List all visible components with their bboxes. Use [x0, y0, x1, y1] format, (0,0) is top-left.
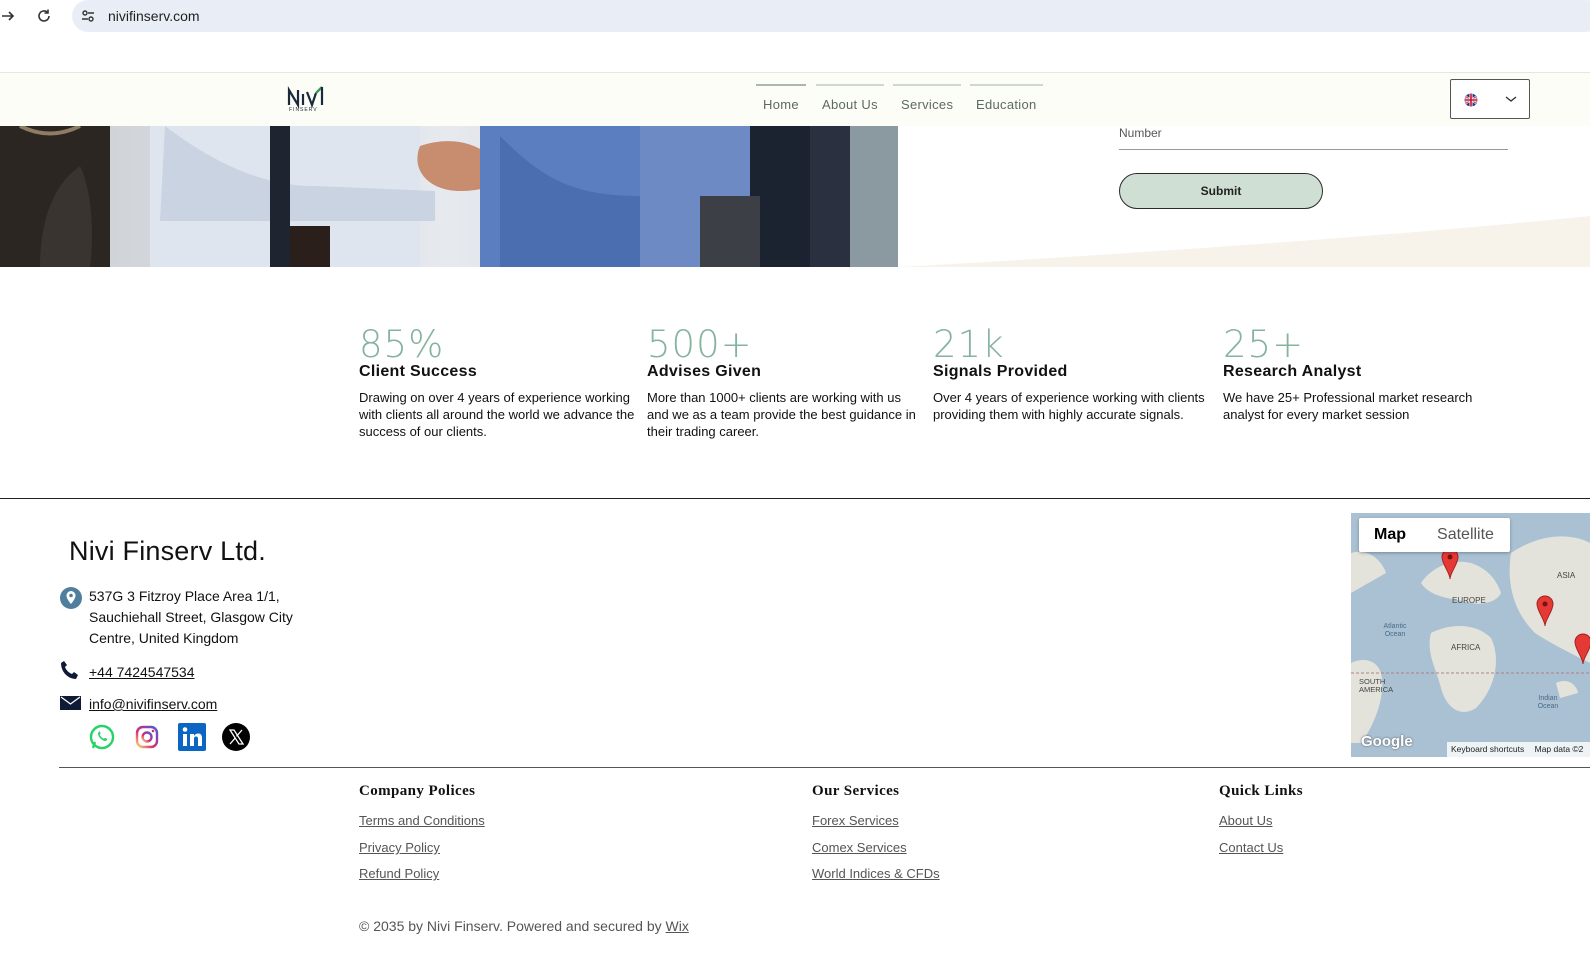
uk-flag-icon — [1464, 93, 1478, 107]
google-logo: Google — [1361, 733, 1413, 750]
nav-home[interactable]: Home — [763, 97, 799, 112]
stat-value: 85% — [359, 323, 445, 366]
chevron-down-icon — [1505, 96, 1517, 102]
stat-description: More than 1000+ clients are working with… — [647, 390, 916, 439]
nav-indicator-about — [816, 84, 884, 86]
map-label-south-america: SOUTH AMERICA — [1359, 677, 1394, 694]
nav-education[interactable]: Education — [976, 97, 1037, 112]
site-header: FINSERV Home About Us Services Education — [0, 72, 1590, 126]
instagram-icon[interactable] — [133, 723, 161, 751]
stat-research-analyst: 25+ Research Analyst We have 25+ Profess… — [1223, 325, 1513, 423]
nav-indicator-education — [970, 84, 1043, 86]
phone-link[interactable]: +44 7424547534 — [89, 662, 195, 683]
reload-icon[interactable] — [36, 8, 52, 24]
footer-link-contact-us[interactable]: Contact Us — [1219, 840, 1283, 855]
stat-description: We have 25+ Professional market research… — [1223, 390, 1473, 422]
forward-icon[interactable] — [0, 8, 16, 24]
x-icon[interactable] — [222, 723, 250, 751]
footer-link-comex[interactable]: Comex Services — [812, 840, 907, 855]
stat-value: 21k — [933, 323, 1005, 366]
location-pin-icon — [60, 587, 82, 609]
stat-title: Client Success — [359, 363, 478, 380]
map-type-control: Map Satellite — [1359, 518, 1510, 552]
email-link[interactable]: info@nivifinserv.com — [89, 694, 217, 715]
whatsapp-icon[interactable] — [88, 723, 116, 751]
site-logo[interactable]: FINSERV — [287, 85, 327, 115]
map-attribution: Keyboard shortcuts Map data ©2 — [1447, 742, 1590, 757]
map-label-indian-ocean: Indian Ocean — [1537, 695, 1559, 710]
keyboard-shortcuts-link[interactable]: Keyboard shortcuts — [1447, 744, 1524, 754]
footer-heading-our-services: Our Services — [812, 783, 900, 799]
stat-description: Drawing on over 4 years of experience wo… — [359, 390, 635, 439]
map-label-atlantic: Atlantic Ocean — [1383, 623, 1407, 638]
copyright-text: © 2035 by Nivi Finserv. Powered and secu… — [359, 918, 689, 934]
language-selector[interactable] — [1450, 79, 1530, 119]
footer-link-refund[interactable]: Refund Policy — [359, 866, 439, 881]
stat-value: 25+ — [1223, 323, 1305, 366]
nav-services[interactable]: Services — [901, 97, 953, 112]
stat-title: Research Analyst — [1223, 363, 1362, 380]
footer-link-forex[interactable]: Forex Services — [812, 813, 899, 828]
footer-link-about-us[interactable]: About Us — [1219, 813, 1272, 828]
map-tab-satellite[interactable]: Satellite — [1421, 518, 1510, 552]
nav-about-us[interactable]: About Us — [822, 97, 878, 112]
map-data-text: Map data ©2 — [1534, 744, 1584, 754]
stat-advises-given: 500+ Advises Given More than 1000+ clien… — [647, 325, 925, 440]
company-name: Nivi Finserv Ltd. — [69, 536, 266, 566]
address-line-1: 537G 3 Fitzroy Place Area 1/1, — [89, 588, 280, 604]
address-bar[interactable] — [72, 0, 1590, 32]
map-label-europe: EUROPE — [1452, 596, 1486, 605]
site-settings-icon[interactable] — [80, 8, 96, 24]
stat-signals-provided: 21k Signals Provided Over 4 years of exp… — [933, 325, 1209, 423]
decorative-wave — [898, 216, 1590, 267]
phone-icon — [61, 661, 78, 679]
footer-heading-company-polices: Company Polices — [359, 783, 476, 799]
footer-divider — [59, 767, 1590, 768]
map-tab-map[interactable]: Map — [1359, 518, 1421, 552]
nav-indicator-home — [756, 84, 806, 86]
number-field[interactable]: Number — [1119, 126, 1508, 150]
copyright-prefix: © 2035 by Nivi Finserv. Powered and secu… — [359, 918, 666, 934]
stat-value: 500+ — [647, 323, 753, 366]
url-text[interactable]: nivifinserv.com — [108, 8, 200, 24]
footer-link-privacy[interactable]: Privacy Policy — [359, 840, 440, 855]
footer-link-terms[interactable]: Terms and Conditions — [359, 813, 485, 828]
map-label-asia: ASIA — [1557, 571, 1576, 580]
hero-image-handshake — [0, 126, 898, 267]
nav-indicator-services — [893, 84, 961, 86]
handshake-photo — [0, 126, 898, 267]
linkedin-icon[interactable] — [178, 723, 206, 751]
submit-button[interactable]: Submit — [1119, 173, 1323, 209]
footer-link-world-indices[interactable]: World Indices & CFDs — [812, 866, 940, 881]
footer-heading-quick-links: Quick Links — [1219, 783, 1304, 799]
section-divider — [0, 498, 1590, 499]
stat-title: Signals Provided — [933, 363, 1068, 380]
stat-description: Over 4 years of experience working with … — [933, 390, 1205, 422]
number-field-placeholder: Number — [1119, 126, 1162, 140]
address-line-3: Centre, United Kingdom — [89, 630, 239, 646]
address-line-2: Sauchiehall Street, Glasgow City — [89, 609, 293, 625]
email-icon — [60, 696, 81, 710]
google-map[interactable]: Map Satellite ASIA EUROPE Atlantic Ocean… — [1351, 513, 1590, 757]
contact-form: Number Submit — [898, 126, 1590, 267]
stat-client-success: 85% Client Success Drawing on over 4 yea… — [359, 325, 637, 440]
browser-toolbar: nivifinserv.com — [0, 0, 1590, 32]
stat-title: Advises Given — [647, 363, 762, 380]
logo-subtext: FINSERV — [289, 107, 318, 113]
map-label-africa: AFRICA — [1451, 643, 1481, 652]
wix-link[interactable]: Wix — [666, 918, 689, 934]
